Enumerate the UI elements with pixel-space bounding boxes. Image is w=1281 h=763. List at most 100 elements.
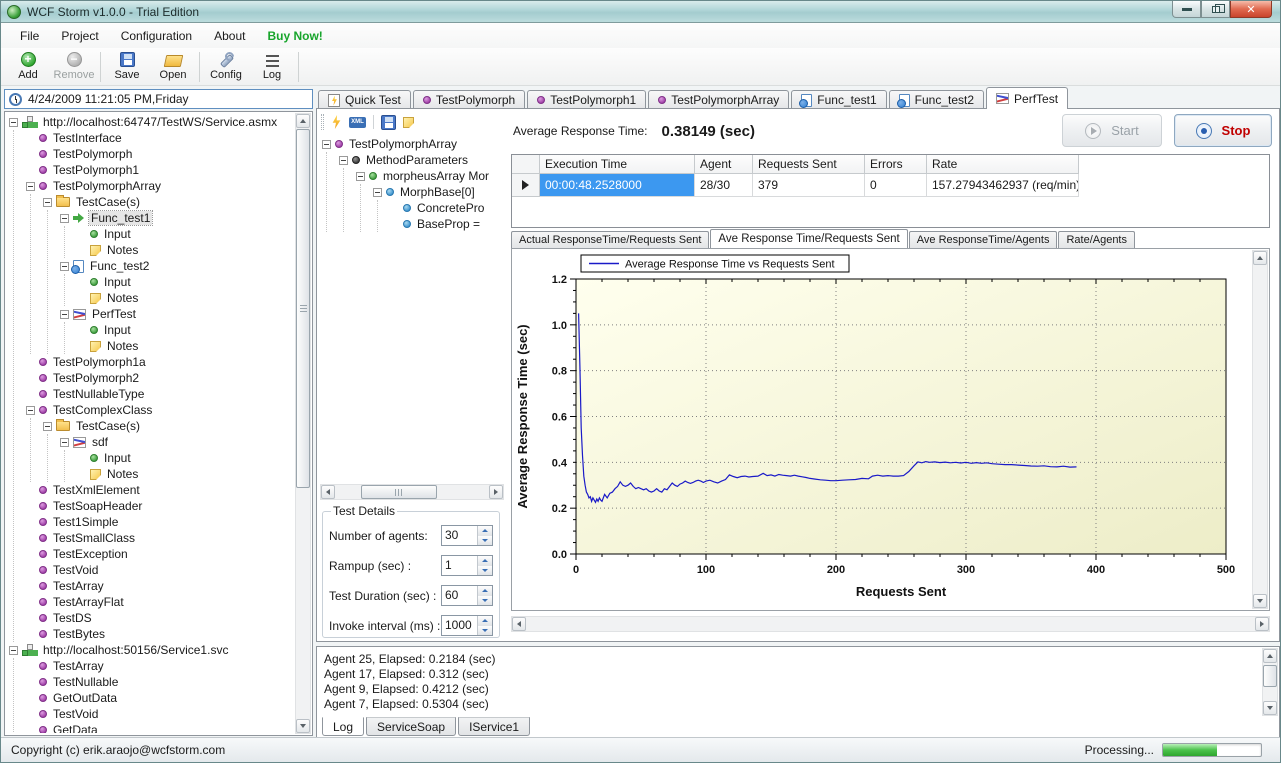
tree-item-http-localhost-64747-testws-service-asmx[interactable]: http://localhost:64747/TestWS/Service.as… <box>7 114 294 130</box>
savebig-button[interactable] <box>381 115 396 130</box>
tree-item-sdf[interactable]: sdf <box>58 434 294 450</box>
grid-cell[interactable]: 157.27943462937 (req/min) <box>927 174 1079 197</box>
spin-up-button[interactable] <box>478 556 492 566</box>
grid-cell[interactable]: 28/30 <box>695 174 753 197</box>
scroll-thumb[interactable] <box>296 129 310 488</box>
tab-quick-test[interactable]: Quick Test <box>318 90 411 109</box>
spin-down-button[interactable] <box>478 626 492 636</box>
column-header-requests-sent[interactable]: Requests Sent <box>753 155 865 174</box>
log-button[interactable]: Log <box>249 49 295 85</box>
remove-button[interactable]: Remove <box>51 49 97 85</box>
tab-testpolymorph[interactable]: TestPolymorph <box>413 90 525 109</box>
tree-item-testnullabletype[interactable]: TestNullableType <box>24 386 294 402</box>
invoke-interval-ms-spinner[interactable]: 1000 <box>441 615 493 636</box>
tree-item-func-test2[interactable]: Func_test2 <box>58 258 294 274</box>
menu-item-about[interactable]: About <box>203 25 256 47</box>
add-button[interactable]: Add <box>5 49 51 85</box>
tree-item-testarray[interactable]: TestArray <box>24 658 294 674</box>
tree-item-test1simple[interactable]: Test1Simple <box>24 514 294 530</box>
expander-icon[interactable] <box>339 156 348 165</box>
tree-item-getoutdata[interactable]: GetOutData <box>24 690 294 706</box>
tree-item-testsoapheader[interactable]: TestSoapHeader <box>24 498 294 514</box>
tree-item-getdata[interactable]: GetData <box>24 722 294 733</box>
tree-item-testvoid[interactable]: TestVoid <box>24 562 294 578</box>
tree-item-testpolymorph[interactable]: TestPolymorph <box>24 146 294 162</box>
column-header-execution-time[interactable]: Execution Time <box>540 155 695 174</box>
tree-item-morphbase-0[interactable]: MorphBase[0] <box>371 184 504 200</box>
tree-item-testvoid[interactable]: TestVoid <box>24 706 294 722</box>
chart-vscrollbar[interactable] <box>1252 250 1268 609</box>
expander-icon[interactable] <box>373 188 382 197</box>
chart-hscrollbar[interactable] <box>511 616 1270 632</box>
titlebar[interactable]: WCF Storm v1.0.0 - Trial Edition ✕ <box>1 1 1280 23</box>
spin-down-button[interactable] <box>478 596 492 606</box>
number-of-agents-spinner[interactable]: 30 <box>441 525 493 546</box>
log-vscrollbar[interactable] <box>1262 648 1278 716</box>
tree-item-testpolymorph1a[interactable]: TestPolymorph1a <box>24 354 294 370</box>
parameter-hscrollbar[interactable] <box>320 484 504 500</box>
expander-icon[interactable] <box>26 406 35 415</box>
minimize-button[interactable] <box>1172 1 1201 18</box>
spin-up-button[interactable] <box>478 616 492 626</box>
tree-item-perftest[interactable]: PerfTest <box>58 306 294 322</box>
stop-button[interactable]: Stop <box>1174 114 1272 147</box>
tree-item-testcase-s[interactable]: TestCase(s) <box>41 194 294 210</box>
scroll-left-button[interactable] <box>321 485 335 499</box>
tree-item-input[interactable]: Input <box>75 322 294 338</box>
scroll-left-button[interactable] <box>512 617 526 631</box>
tree-item-testarrayflat[interactable]: TestArrayFlat <box>24 594 294 610</box>
tree-item-methodparameters[interactable]: MethodParameters <box>337 152 504 168</box>
start-button[interactable]: Start <box>1062 114 1162 147</box>
bolt-button[interactable] <box>331 115 342 129</box>
tree-item-testpolymorph1[interactable]: TestPolymorph1 <box>24 162 294 178</box>
tree-item-input[interactable]: Input <box>75 450 294 466</box>
tree-item-func-test1[interactable]: Func_test1 <box>58 210 294 226</box>
column-header-agent[interactable]: Agent <box>695 155 753 174</box>
tree-item-testnullable[interactable]: TestNullable <box>24 674 294 690</box>
expander-icon[interactable] <box>356 172 365 181</box>
spinner-value[interactable]: 60 <box>442 586 477 605</box>
expander-icon[interactable] <box>26 182 35 191</box>
tree-item-testcase-s[interactable]: TestCase(s) <box>41 418 294 434</box>
expander-icon[interactable] <box>60 310 69 319</box>
menu-item-project[interactable]: Project <box>50 25 109 47</box>
rampup-sec-spinner[interactable]: 1 <box>441 555 493 576</box>
spinner-value[interactable]: 1 <box>442 556 477 575</box>
expander-icon[interactable] <box>60 262 69 271</box>
tab-testpolymorph1[interactable]: TestPolymorph1 <box>527 90 646 109</box>
tree-item-testpolymorpharray[interactable]: TestPolymorphArray <box>24 178 294 194</box>
tree-item-testxmlelement[interactable]: TestXmlElement <box>24 482 294 498</box>
log-tab-servicesoap[interactable]: ServiceSoap <box>366 717 456 736</box>
expander-icon[interactable] <box>60 438 69 447</box>
parameter-tree[interactable]: TestPolymorphArrayMethodParametersmorphe… <box>320 136 504 482</box>
tree-item-testsmallclass[interactable]: TestSmallClass <box>24 530 294 546</box>
column-header-errors[interactable]: Errors <box>865 155 927 174</box>
menu-item-configuration[interactable]: Configuration <box>110 25 203 47</box>
expander-icon[interactable] <box>9 118 18 127</box>
log-output[interactable]: Agent 25, Elapsed: 0.2184 (sec)Agent 17,… <box>324 652 1257 714</box>
scroll-up-button[interactable] <box>296 114 310 128</box>
spinner-value[interactable]: 30 <box>442 526 477 545</box>
spinner-value[interactable]: 1000 <box>442 616 477 635</box>
tab-perftest[interactable]: PerfTest <box>986 87 1068 109</box>
tree-item-notes[interactable]: Notes <box>75 338 294 354</box>
expander-icon[interactable] <box>322 140 331 149</box>
tree-item-notes[interactable]: Notes <box>75 242 294 258</box>
close-button[interactable]: ✕ <box>1230 1 1272 18</box>
log-tab-iservice1[interactable]: IService1 <box>458 717 530 736</box>
grid-cell[interactable]: 379 <box>753 174 865 197</box>
spin-down-button[interactable] <box>478 536 492 546</box>
spin-up-button[interactable] <box>478 526 492 536</box>
tree-item-testarray[interactable]: TestArray <box>24 578 294 594</box>
tree-item-morpheusarray-mor[interactable]: morpheusArray Mor <box>354 168 504 184</box>
grid-cell[interactable]: 00:00:48.2528000 <box>540 174 695 197</box>
tree-item-testinterface[interactable]: TestInterface <box>24 130 294 146</box>
tree-item-notes[interactable]: Notes <box>75 466 294 482</box>
expander-icon[interactable] <box>43 198 52 207</box>
chart-tab-ave-response-time-requests-sent[interactable]: Ave Response Time/Requests Sent <box>710 229 907 248</box>
scroll-down-button[interactable] <box>1263 701 1277 715</box>
menu-item-buy-now[interactable]: Buy Now! <box>256 25 333 47</box>
log-tab-log[interactable]: Log <box>322 717 364 736</box>
tree-item-input[interactable]: Input <box>75 226 294 242</box>
notes-button[interactable] <box>403 117 414 128</box>
